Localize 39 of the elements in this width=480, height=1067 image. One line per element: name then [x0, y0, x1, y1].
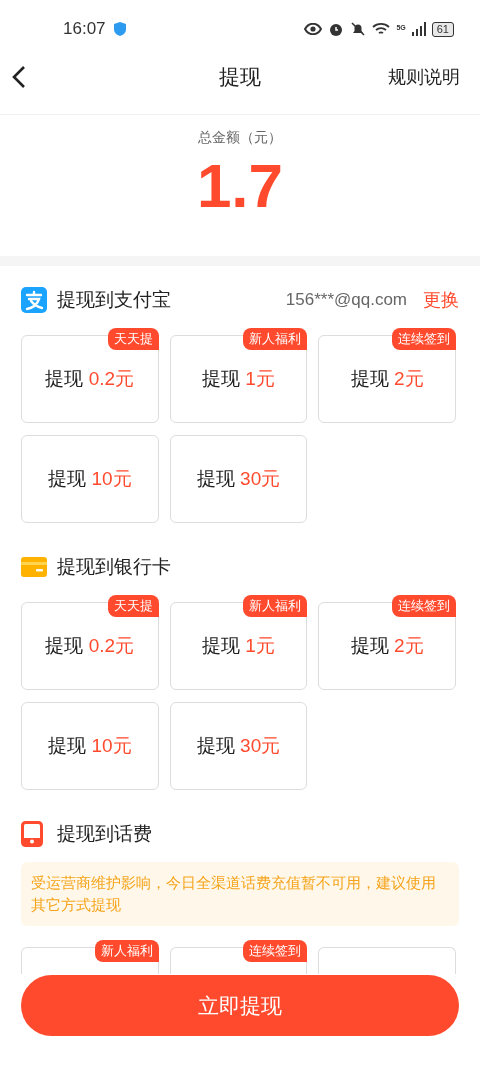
notice-banner: 受运营商维护影响，今日全渠道话费充值暂不可用，建议使用其它方式提现 — [21, 862, 459, 926]
card-icon — [21, 557, 47, 577]
option-label: 提现 0.2元 — [45, 366, 135, 391]
option-badge: 天天提 — [107, 595, 159, 617]
alarm-icon — [328, 21, 345, 37]
option-label: 提现 0.2元 — [45, 633, 135, 658]
option-badge: 新人福利 — [243, 595, 308, 617]
option-label: 提现 10元 — [48, 466, 132, 491]
signal-icon — [411, 22, 426, 36]
section-title: 提现到银行卡 — [57, 554, 171, 579]
option-badge: 连续签到 — [392, 595, 456, 617]
phone-icon — [21, 821, 43, 847]
option-label: 提现 1元 — [202, 633, 275, 658]
option-label: 提现 30元 — [196, 733, 281, 758]
status-time: 16:07 — [63, 18, 106, 41]
alipay-icon — [21, 287, 47, 313]
section-title: 提现到支付宝 — [57, 287, 171, 312]
option-badge: 天天提 — [107, 328, 159, 350]
account-text: 156***@qq.com — [285, 289, 407, 312]
page-title: 提现 — [219, 64, 261, 91]
option-badge: 连续签到 — [392, 328, 456, 350]
back-icon[interactable] — [12, 65, 26, 89]
bell-off-icon — [350, 21, 367, 37]
option-label: 提现 2元 — [350, 633, 424, 658]
eye-icon — [304, 23, 323, 35]
rules-link[interactable]: 规则说明 — [388, 63, 460, 91]
option-label: 提现 2元 — [350, 366, 424, 391]
wifi-icon — [372, 22, 391, 36]
option-badge: 新人福利 — [94, 940, 159, 962]
option-label: 提现 30元 — [196, 466, 281, 491]
section-title: 提现到话费 — [57, 821, 152, 846]
option-badge: 新人福利 — [243, 328, 308, 350]
balance-amount: 1.7 — [196, 150, 284, 222]
option-badge: 连续签到 — [243, 940, 308, 962]
shield-icon — [113, 22, 126, 36]
battery-indicator: 61 — [431, 21, 454, 37]
option-label: 提现 10元 — [48, 733, 132, 758]
option-label: 提现 1元 — [202, 366, 275, 391]
balance-label: 总金额（元） — [198, 128, 282, 147]
